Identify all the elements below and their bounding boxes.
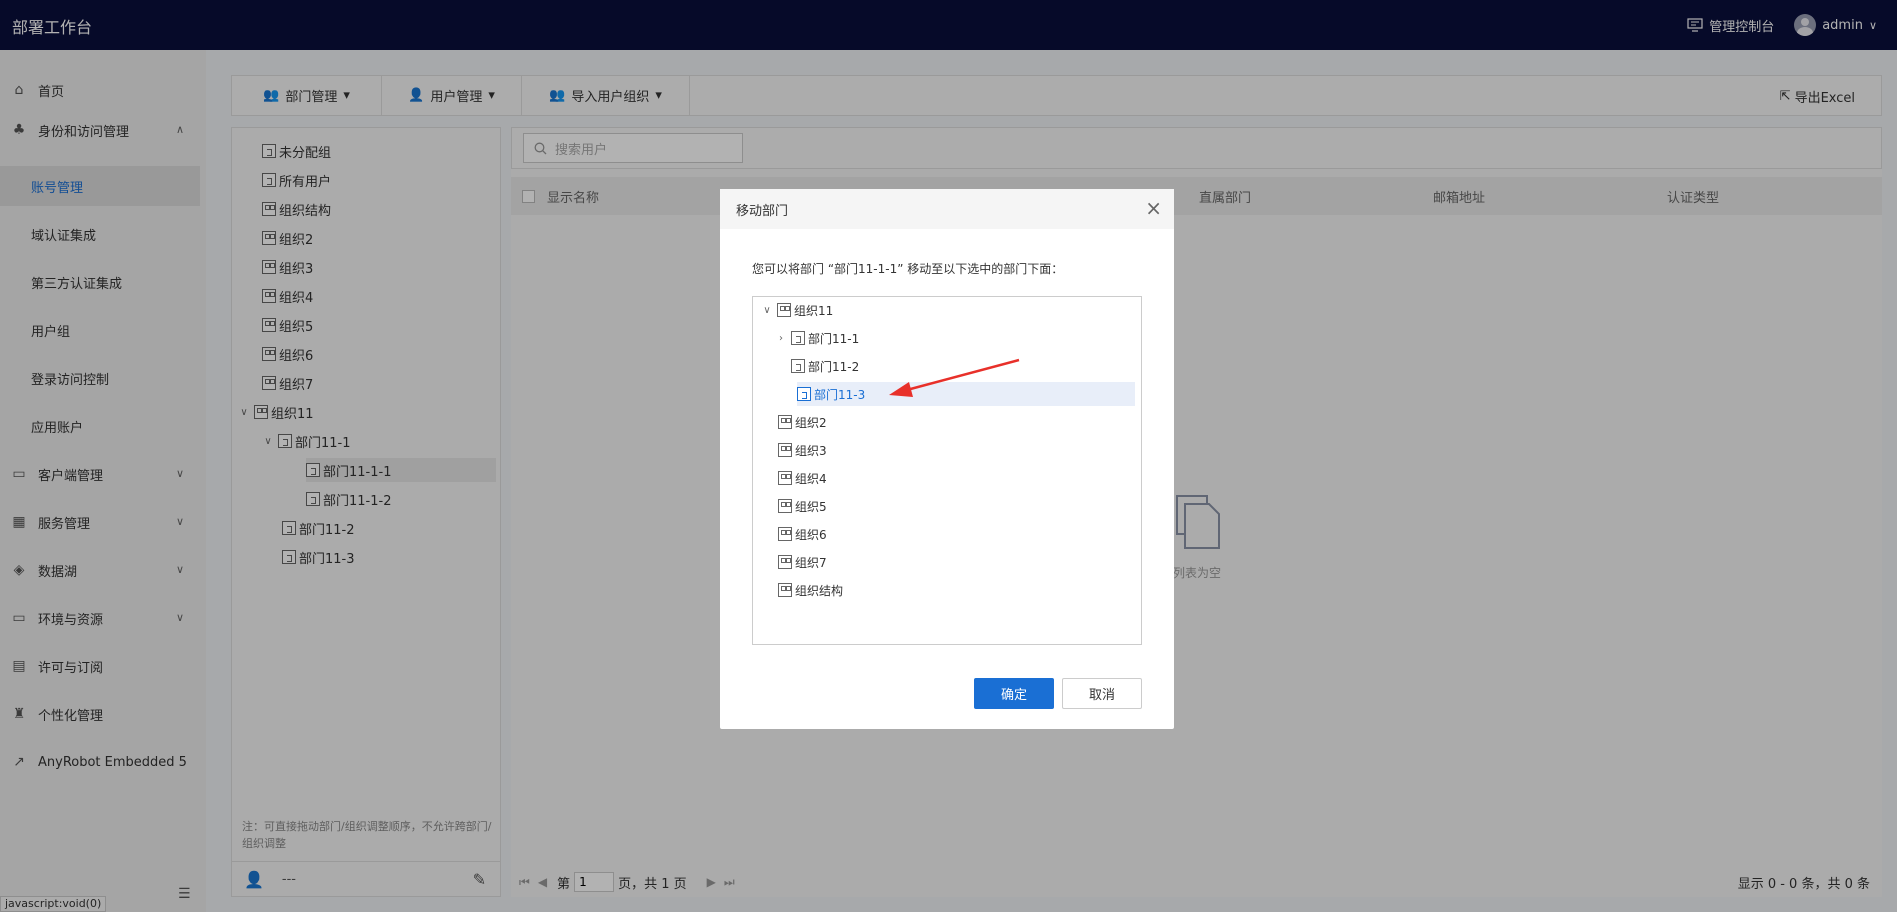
dept-icon — [791, 331, 805, 345]
dialog-node-org6[interactable]: 组织6 — [778, 522, 827, 546]
cancel-button[interactable]: 取消 — [1062, 678, 1142, 709]
red-arrow-annotation — [889, 358, 1020, 397]
dialog-title: 移动部门 — [736, 203, 789, 219]
chevron-down-icon[interactable]: ∨ — [761, 305, 773, 316]
building-icon — [778, 583, 792, 597]
dialog-node-label: 部门11-1 — [808, 331, 860, 346]
dialog-node-label: 组织11 — [794, 303, 834, 318]
dialog-node-label: 组织6 — [795, 527, 827, 542]
dialog-node-label: 部门11-2 — [808, 359, 860, 374]
close-icon[interactable]: × — [1145, 197, 1162, 219]
building-icon — [778, 443, 792, 457]
building-icon — [778, 499, 792, 513]
dialog-node-label: 组织7 — [795, 555, 827, 570]
building-icon — [778, 415, 792, 429]
dialog-header: 移动部门 × — [720, 189, 1174, 229]
dialog-node-org5[interactable]: 组织5 — [778, 494, 827, 518]
dialog-description: 您可以将部门 “部门11-1-1” 移动至以下选中的部门下面： — [752, 262, 1064, 276]
dialog-node-label: 组织5 — [795, 499, 827, 514]
building-icon — [778, 471, 792, 485]
dialog-node-dept11-2[interactable]: 部门11-2 — [791, 354, 859, 378]
dept-icon — [791, 359, 805, 373]
dialog-node-org3[interactable]: 组织3 — [778, 438, 827, 462]
chevron-right-icon[interactable]: › — [775, 333, 787, 344]
building-icon — [778, 527, 792, 541]
dialog-node-label: 部门11-3 — [814, 387, 866, 402]
confirm-button[interactable]: 确定 — [974, 678, 1054, 709]
dept-icon — [797, 387, 811, 401]
move-dept-dialog: 移动部门 × 您可以将部门 “部门11-1-1” 移动至以下选中的部门下面： ∨… — [720, 189, 1174, 729]
dialog-dept-tree: ∨ 组织11 › 部门11-1 部门11-2 部门11-3 组织2 组织3 组织4 … — [752, 296, 1142, 645]
dialog-node-org11[interactable]: ∨ 组织11 — [761, 298, 833, 322]
dialog-node-org7[interactable]: 组织7 — [778, 550, 827, 574]
dialog-node-dept11-1[interactable]: › 部门11-1 — [775, 326, 859, 350]
building-icon — [777, 303, 791, 317]
dialog-node-org4[interactable]: 组织4 — [778, 466, 827, 490]
dialog-node-label: 组织3 — [795, 443, 827, 458]
dialog-node-label: 组织结构 — [795, 583, 844, 598]
dialog-node-org-structure[interactable]: 组织结构 — [778, 578, 843, 602]
building-icon — [778, 555, 792, 569]
dialog-node-org2[interactable]: 组织2 — [778, 410, 827, 434]
dialog-node-label: 组织2 — [795, 415, 827, 430]
dialog-node-label: 组织4 — [795, 471, 827, 486]
